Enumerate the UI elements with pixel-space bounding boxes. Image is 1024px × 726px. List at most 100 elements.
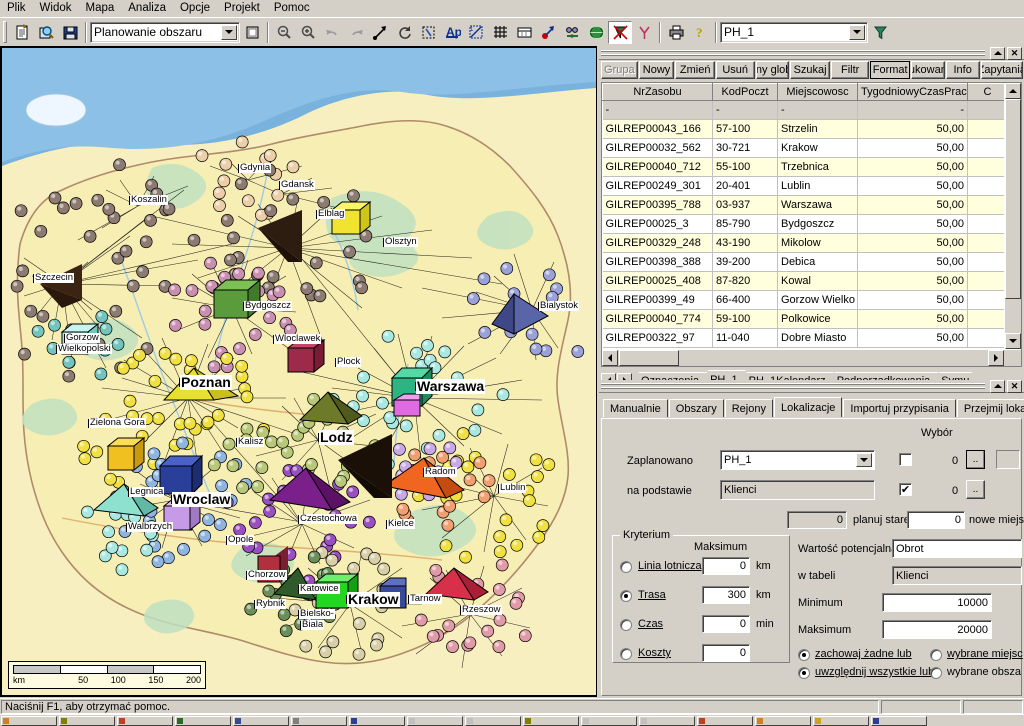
map-node[interactable] bbox=[355, 281, 368, 295]
kryterium-radio-trasa[interactable] bbox=[620, 590, 632, 602]
table-cell[interactable]: 85-790 bbox=[712, 214, 778, 234]
table-cell[interactable]: Kowal bbox=[777, 271, 858, 291]
route-icon[interactable] bbox=[560, 21, 584, 44]
map-node[interactable] bbox=[495, 558, 509, 572]
map-node[interactable] bbox=[233, 342, 246, 355]
menu-item-opcje[interactable]: Opcje bbox=[173, 1, 217, 16]
map-node[interactable] bbox=[309, 256, 323, 270]
usun-button[interactable]: Usuń bbox=[715, 61, 755, 79]
map-node[interactable] bbox=[443, 499, 457, 513]
grupa-button[interactable]: Grupa bbox=[601, 61, 638, 79]
map-node[interactable] bbox=[168, 283, 181, 297]
map-node[interactable] bbox=[421, 339, 434, 352]
table-cell[interactable] bbox=[967, 233, 1004, 253]
clear-selection-icon[interactable] bbox=[608, 20, 632, 44]
kryterium-value-czas[interactable]: 0 bbox=[702, 615, 750, 633]
table-cell[interactable]: Dobre Miasto bbox=[777, 328, 858, 348]
chevron-down-icon-2[interactable] bbox=[849, 24, 865, 40]
map-node[interactable] bbox=[152, 412, 165, 425]
map-node[interactable] bbox=[377, 562, 391, 576]
map-node[interactable] bbox=[279, 624, 293, 638]
map-node[interactable] bbox=[123, 394, 137, 408]
map-node[interactable] bbox=[136, 265, 149, 278]
filter-cell[interactable]: - bbox=[857, 100, 968, 120]
map-node[interactable] bbox=[144, 214, 157, 227]
map-node[interactable] bbox=[531, 470, 544, 483]
zapytania-button[interactable]: Zapytania bbox=[980, 61, 1023, 79]
table-cell[interactable]: GILREP00040_712 bbox=[602, 157, 713, 177]
table-cell[interactable] bbox=[967, 195, 1004, 215]
new-document-icon[interactable] bbox=[10, 21, 34, 44]
map-node[interactable] bbox=[111, 338, 125, 351]
map-node[interactable] bbox=[169, 319, 182, 332]
table-cell[interactable] bbox=[967, 157, 1004, 177]
scroll-down-button[interactable] bbox=[1005, 333, 1021, 349]
map-node[interactable] bbox=[466, 292, 480, 305]
taskbar-item[interactable] bbox=[871, 715, 927, 726]
map-node[interactable] bbox=[459, 550, 472, 564]
map-node[interactable] bbox=[241, 194, 255, 208]
print-icon[interactable] bbox=[664, 21, 688, 44]
map-node[interactable] bbox=[252, 266, 265, 280]
prop-tab-przejmij-lokalizacj[interactable]: Przejmij lokalizacj bbox=[956, 399, 1024, 417]
map-node[interactable] bbox=[346, 485, 360, 499]
map-node[interactable] bbox=[493, 545, 507, 559]
szukaj-button[interactable]: Szukaj bbox=[790, 61, 830, 79]
info-button[interactable]: Info bbox=[945, 61, 980, 79]
table-cell[interactable]: 50,00 bbox=[857, 138, 968, 158]
table-cell[interactable]: 50,00 bbox=[857, 290, 968, 310]
prop-restore-button[interactable] bbox=[990, 379, 1005, 393]
table-cell[interactable]: Mikolow bbox=[777, 233, 858, 253]
column-header-4[interactable]: C bbox=[967, 83, 1004, 101]
map-node[interactable] bbox=[255, 461, 269, 474]
table-cell[interactable]: GILREP00322_97 bbox=[602, 328, 713, 348]
table-cell[interactable]: 50,00 bbox=[857, 119, 968, 139]
resource-table[interactable]: NrZasobu KodPoczt Miejscowosc TygodniowyCza… bbox=[601, 82, 1022, 367]
menu-item-pomoc[interactable]: Pomoc bbox=[267, 1, 317, 16]
taskbar-item[interactable] bbox=[697, 715, 753, 726]
table-cell[interactable]: GILREP00398_388 bbox=[602, 252, 713, 272]
table-cell[interactable]: GILREP00399_49 bbox=[602, 290, 713, 310]
format-button[interactable]: Format bbox=[870, 61, 910, 79]
map-node[interactable] bbox=[16, 264, 29, 278]
table-cell[interactable]: Gorzow Wielko bbox=[777, 290, 858, 310]
kryterium-radio-koszty[interactable] bbox=[620, 648, 632, 660]
map-node[interactable] bbox=[115, 563, 129, 577]
map-node[interactable] bbox=[62, 355, 76, 369]
table-row[interactable]: GILREP00025_3 85-790 Bydgoszcz 50,00 bbox=[602, 214, 1004, 234]
map-node[interactable] bbox=[396, 502, 410, 516]
table-horizontal-scrollbar[interactable] bbox=[602, 350, 1021, 366]
grid-icon[interactable] bbox=[488, 21, 512, 44]
map-node[interactable] bbox=[249, 516, 262, 529]
map-node[interactable] bbox=[262, 584, 276, 598]
map-node[interactable] bbox=[393, 443, 406, 456]
map-node[interactable] bbox=[34, 224, 48, 238]
table-cell[interactable]: 03-937 bbox=[712, 195, 778, 215]
map-node[interactable] bbox=[102, 202, 116, 216]
map-node[interactable] bbox=[236, 481, 249, 494]
map-node[interactable] bbox=[370, 638, 383, 652]
map-node[interactable] bbox=[207, 360, 221, 374]
label-tool-icon[interactable]: Ap bbox=[440, 21, 464, 44]
map-node[interactable] bbox=[438, 345, 452, 359]
map-node[interactable] bbox=[356, 389, 369, 403]
prop-tab-lokalizacje[interactable]: Lokalizacje bbox=[773, 397, 843, 417]
table-cell[interactable] bbox=[967, 328, 1004, 348]
maksimum-field[interactable]: 20000 bbox=[882, 620, 992, 639]
table-cell[interactable]: Lublin bbox=[777, 176, 858, 196]
close-window-button[interactable]: ✕ bbox=[1007, 46, 1022, 60]
table-cell[interactable]: 55-100 bbox=[712, 157, 778, 177]
table-cell[interactable]: 43-190 bbox=[712, 233, 778, 253]
select-region-icon[interactable] bbox=[416, 21, 440, 44]
wartosc-potencjalna-field[interactable]: Obrot bbox=[892, 539, 1022, 558]
table-cell[interactable]: 57-100 bbox=[712, 119, 778, 139]
map-node[interactable] bbox=[248, 328, 262, 341]
map-node[interactable] bbox=[439, 539, 453, 553]
map-node[interactable] bbox=[232, 267, 245, 281]
table-cell[interactable] bbox=[967, 290, 1004, 310]
map-node[interactable] bbox=[525, 327, 539, 341]
map-node[interactable] bbox=[119, 244, 133, 258]
filter-cell[interactable]: - bbox=[777, 100, 858, 120]
map-node[interactable] bbox=[468, 423, 482, 437]
zaplanowano-combo[interactable]: PH_1 bbox=[720, 450, 875, 470]
